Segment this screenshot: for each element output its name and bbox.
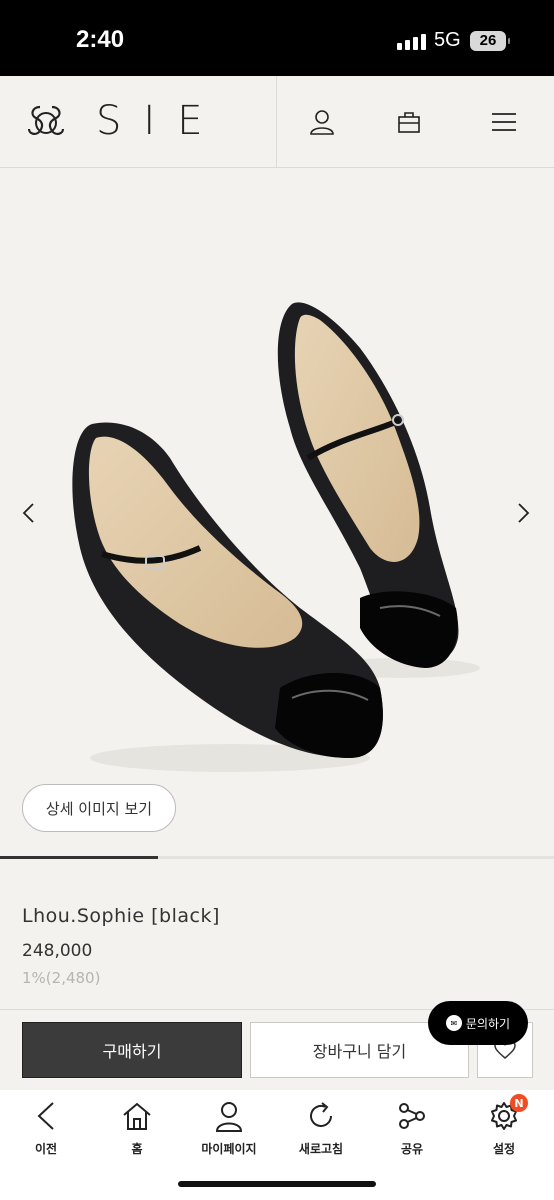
chat-logo-icon: ✉	[445, 1015, 462, 1031]
home-icon	[119, 1098, 155, 1134]
site-header: SIE	[0, 76, 554, 168]
inquiry-label: 문의하기	[465, 1016, 511, 1031]
nav-settings[interactable]: N 설정	[464, 1094, 544, 1157]
buy-button[interactable]: 구매하기	[22, 1022, 242, 1078]
prev-image-arrow-icon[interactable]	[16, 498, 40, 528]
header-divider	[276, 76, 277, 168]
share-icon	[394, 1098, 430, 1134]
brand-mark-icon	[27, 105, 65, 135]
network-type: 5G	[434, 29, 461, 51]
shopping-bag-icon[interactable]	[393, 106, 425, 138]
brand-logo[interactable]: SIE	[26, 98, 224, 144]
notification-badge: N	[510, 1094, 528, 1112]
home-indicator	[178, 1181, 376, 1187]
next-image-arrow-icon[interactable]	[512, 498, 536, 528]
battery-icon: 26	[470, 31, 510, 51]
view-detail-images-button[interactable]: 상세 이미지 보기	[22, 784, 176, 832]
status-bar: 2:40 5G 26	[0, 0, 554, 76]
nav-settings-label: 설정	[492, 1142, 516, 1156]
nav-back-label: 이전	[34, 1142, 58, 1156]
nav-refresh-label: 새로고침	[298, 1142, 344, 1156]
brand-name: SIE	[96, 98, 225, 144]
product-image[interactable]: 상세 이미지 보기	[0, 168, 554, 858]
back-arrow-icon	[28, 1098, 64, 1134]
nav-back[interactable]: 이전	[6, 1098, 86, 1157]
menu-icon[interactable]	[488, 106, 520, 138]
product-info: Lhou.Sophie [black] 248,000 1%(2,480)	[0, 859, 554, 1009]
gear-icon: N	[486, 1094, 528, 1134]
nav-share[interactable]: 공유	[372, 1098, 452, 1157]
product-points: 1%(2,480)	[22, 969, 101, 987]
status-time: 2:40	[76, 26, 125, 53]
nav-home-label: 홈	[131, 1142, 143, 1156]
nav-mypage-label: 마이페이지	[201, 1142, 257, 1156]
nav-mypage[interactable]: 마이페이지	[189, 1098, 269, 1157]
nav-refresh[interactable]: 새로고침	[281, 1098, 361, 1157]
refresh-icon	[303, 1098, 339, 1134]
user-icon[interactable]	[306, 106, 338, 138]
nav-share-label: 공유	[400, 1142, 424, 1156]
inquiry-button[interactable]: ✉ 문의하기	[428, 1001, 528, 1045]
person-icon	[211, 1098, 247, 1134]
nav-home[interactable]: 홈	[97, 1098, 177, 1157]
signal-icon	[397, 34, 426, 50]
product-price: 248,000	[22, 941, 93, 961]
shoes-image	[72, 302, 480, 772]
product-name: Lhou.Sophie [black]	[22, 905, 220, 927]
